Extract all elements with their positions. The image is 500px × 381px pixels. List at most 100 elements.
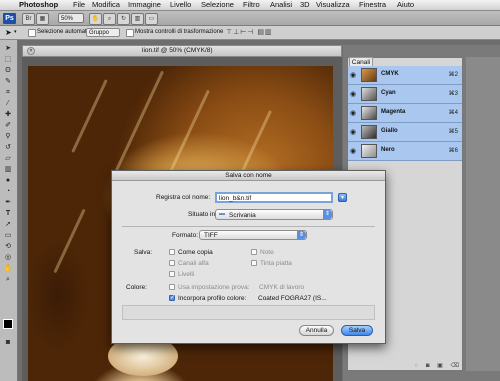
pen-tool-icon[interactable]: ✒ (3, 198, 13, 207)
bridge-icon[interactable]: Br (22, 13, 35, 25)
document-title: lion.tif @ 50% (CMYK/8) (142, 47, 213, 54)
layers-label: Livelli (178, 271, 195, 278)
eyedropper-tool-icon[interactable]: ⁄ (3, 99, 13, 108)
quick-select-tool-icon[interactable]: ✎ (3, 77, 13, 86)
clone-stamp-tool-icon[interactable]: ⚲ (3, 132, 13, 141)
channel-row[interactable]: ◉ Giallo ⌘5 (348, 123, 462, 142)
rotate-view-icon[interactable]: ↻ (117, 13, 130, 25)
quick-mask-icon[interactable]: ◙ (3, 338, 13, 347)
use-proof-label: Usa impostazione prova: (178, 284, 250, 291)
dialog-title: Salva con nome (112, 171, 385, 181)
cancel-button[interactable]: Annulla (299, 325, 334, 336)
eraser-tool-icon[interactable]: ▱ (3, 154, 13, 163)
embed-profile-label: Incorpora profilo colore: (178, 295, 247, 302)
notes-checkbox[interactable] (251, 249, 257, 255)
zoom-tool-icon[interactable]: ⌕ (3, 275, 13, 284)
channel-shortcut: ⌘2 (448, 72, 458, 78)
visibility-eye-icon[interactable]: ◉ (350, 71, 356, 79)
visibility-eye-icon[interactable]: ◉ (350, 147, 356, 155)
auto-select-group-select[interactable]: Gruppo (86, 28, 120, 37)
menu-selezione[interactable]: Selezione (201, 1, 234, 9)
move-tool-icon[interactable]: ➤ (5, 28, 12, 37)
foreground-color-swatch[interactable] (3, 319, 13, 329)
spot-colors-label: Tinta piatta (260, 260, 292, 267)
menu-analisi[interactable]: Analisi (270, 1, 292, 9)
move-tool-icon[interactable]: ➤ (3, 44, 13, 53)
menu-filtro[interactable]: Filtro (243, 1, 260, 9)
layers-checkbox[interactable] (169, 271, 175, 277)
channel-thumbnail (361, 87, 377, 101)
channel-row[interactable]: ◉ Cyan ⌘3 (348, 85, 462, 104)
channel-shortcut: ⌘5 (448, 129, 458, 135)
menu-app-name[interactable]: Photoshop (19, 1, 58, 9)
menu-file[interactable]: File (73, 1, 85, 9)
folder-icon: ▬ (219, 211, 225, 217)
history-brush-tool-icon[interactable]: ↺ (3, 143, 13, 152)
channels-panel-footer-icons[interactable]: ◌ ◙ ▣ ⌫ (348, 362, 462, 370)
menu-finestra[interactable]: Finestra (359, 1, 386, 9)
dodge-tool-icon[interactable]: ◔ (3, 187, 13, 196)
visibility-eye-icon[interactable]: ◉ (350, 128, 356, 136)
auto-select-checkbox[interactable] (28, 29, 36, 37)
menu-3d[interactable]: 3D (300, 1, 310, 9)
channel-row[interactable]: ◉ CMYK ⌘2 (348, 66, 462, 85)
zoom-select[interactable]: 50% (58, 13, 84, 23)
path-selection-tool-icon[interactable]: ➚ (3, 220, 13, 229)
3d-rotate-tool-icon[interactable]: ⟲ (3, 242, 13, 251)
healing-brush-tool-icon[interactable]: ✚ (3, 110, 13, 119)
align-icons[interactable]: ⊤⊥⊢⊣ ▤▥ (226, 28, 273, 36)
warning-area (122, 305, 375, 320)
marquee-tool-icon[interactable]: ⬚ (3, 55, 13, 64)
as-copy-label: Come copia (178, 249, 213, 256)
blur-tool-icon[interactable]: ● (3, 176, 13, 185)
channel-name: CMYK (381, 71, 399, 77)
brush-tool-icon[interactable]: ✐ (3, 121, 13, 130)
zoom-tool-icon[interactable]: ⌕ (103, 13, 116, 25)
guides-icon[interactable]: ▦ (36, 13, 49, 25)
tool-preset-chevron-icon[interactable]: ▾ (14, 29, 17, 35)
3d-camera-tool-icon[interactable]: ◎ (3, 253, 13, 262)
save-button[interactable]: Salva (341, 325, 373, 336)
use-proof-checkbox[interactable] (169, 284, 175, 290)
gradient-tool-icon[interactable]: ▥ (3, 165, 13, 174)
location-value: Scrivania (229, 212, 256, 219)
tools-panel: ➤ ⬚ ʘ ✎ ⌗ ⁄ ✚ ✐ ⚲ ↺ ▱ ▥ ● ◔ ✒ T ➚ ▭ ⟲ ◎ … (0, 40, 18, 381)
shape-tool-icon[interactable]: ▭ (3, 231, 13, 240)
spot-colors-checkbox[interactable] (251, 260, 257, 266)
channel-name: Magenta (381, 109, 406, 115)
location-select[interactable]: ▬ Scrivania ⇕ (215, 209, 333, 220)
alpha-channels-label: Canali alfa (178, 260, 209, 267)
visibility-eye-icon[interactable]: ◉ (350, 90, 356, 98)
alpha-channels-checkbox[interactable] (169, 260, 175, 266)
arrange-documents-icon[interactable]: ▥ (131, 13, 144, 25)
as-copy-checkbox[interactable] (169, 249, 175, 255)
lasso-tool-icon[interactable]: ʘ (3, 66, 13, 75)
filename-input[interactable]: lion_b&n.tif (215, 192, 333, 203)
show-transform-checkbox[interactable] (126, 29, 134, 37)
expand-dialog-button[interactable]: ▼ (338, 193, 347, 202)
format-label: Formato: (172, 232, 199, 239)
channel-thumbnail (361, 68, 377, 82)
channel-thumbnail (361, 144, 377, 158)
menu-modifica[interactable]: Modifica (92, 1, 120, 9)
format-select[interactable]: TIFF ⇕ (199, 230, 307, 240)
close-document-icon[interactable]: × (27, 47, 35, 55)
menu-immagine[interactable]: Immagine (128, 1, 161, 9)
menu-livello[interactable]: Livello (170, 1, 191, 9)
channel-shortcut: ⌘3 (448, 91, 458, 97)
menu-aiuto[interactable]: Aiuto (397, 1, 414, 9)
embed-profile-checkbox[interactable]: ✓ (169, 295, 175, 301)
application-bar: Ps Br ▦ 50% ✋ ⌕ ↻ ▥ ▭ (0, 11, 500, 26)
document-tab[interactable]: × lion.tif @ 50% (CMYK/8) (22, 45, 342, 57)
screen-mode-icon[interactable]: ▭ (145, 13, 158, 25)
options-bar: ➤ ▾ Selezione automatica: Gruppo Mostra … (0, 26, 500, 40)
channel-row[interactable]: ◉ Nero ⌘6 (348, 142, 462, 161)
crop-tool-icon[interactable]: ⌗ (3, 88, 13, 97)
hand-tool-icon[interactable]: ✋ (89, 13, 102, 25)
proof-value: CMYK di lavoro (259, 284, 305, 291)
hand-tool-icon[interactable]: ✋ (3, 264, 13, 273)
type-tool-icon[interactable]: T (3, 209, 13, 218)
visibility-eye-icon[interactable]: ◉ (350, 109, 356, 117)
menu-visualizza[interactable]: Visualizza (316, 1, 350, 9)
channel-row[interactable]: ◉ Magenta ⌘4 (348, 104, 462, 123)
